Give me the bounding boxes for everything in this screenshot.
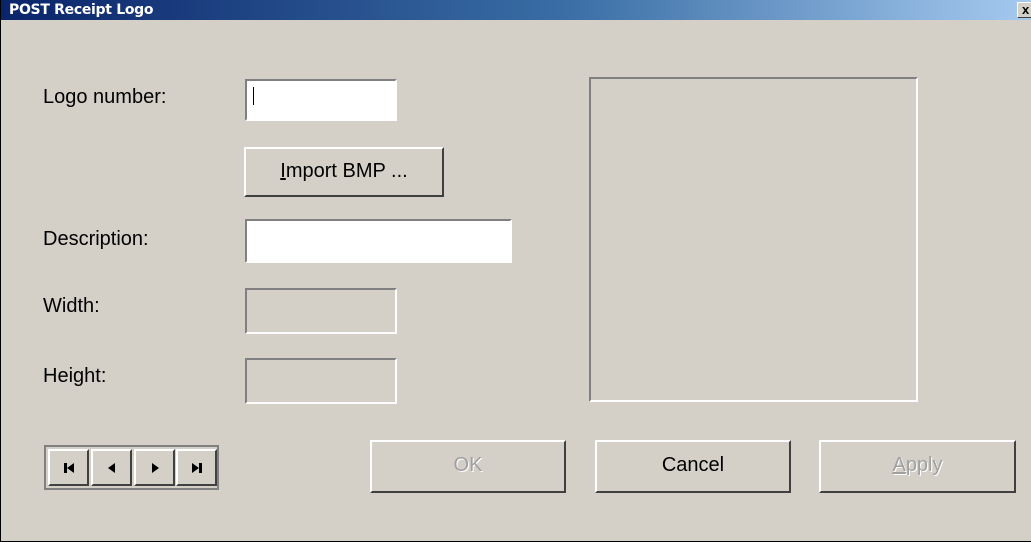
close-icon: x: [1022, 2, 1030, 17]
cancel-button[interactable]: Cancel: [595, 440, 791, 493]
next-record-button[interactable]: [134, 449, 175, 486]
logo-preview-pane: [589, 77, 918, 402]
next-record-icon: [151, 462, 159, 473]
logo-number-field[interactable]: [245, 79, 397, 121]
height-label: Height:: [43, 365, 107, 387]
logo-number-label: Logo number:: [43, 86, 167, 108]
close-button[interactable]: x: [1017, 2, 1031, 18]
description-label: Description:: [43, 228, 149, 250]
first-record-button[interactable]: [48, 449, 89, 486]
width-label: Width:: [43, 295, 100, 317]
apply-button[interactable]: Apply: [819, 440, 1016, 493]
ok-button[interactable]: OK: [370, 440, 566, 493]
apply-label: Apply: [892, 454, 943, 476]
ok-label: OK: [453, 454, 483, 476]
width-field: [245, 288, 397, 334]
previous-record-button[interactable]: [91, 449, 132, 486]
last-record-icon: [191, 462, 202, 473]
last-record-button[interactable]: [176, 449, 217, 486]
description-field[interactable]: [245, 219, 512, 263]
title-bar[interactable]: POST Receipt Logo x: [1, 0, 1031, 20]
height-field: [245, 358, 397, 404]
cancel-label: Cancel: [661, 454, 725, 476]
previous-record-icon: [107, 462, 115, 473]
import-bmp-label: Import BMP ...: [280, 160, 408, 182]
record-navigator: [44, 445, 219, 490]
window-title: POST Receipt Logo: [9, 2, 154, 18]
text-caret: [253, 87, 254, 105]
dialog-window: POST Receipt Logo x Logo number: Import …: [0, 0, 1031, 542]
import-bmp-button[interactable]: Import BMP ...: [244, 147, 444, 197]
first-record-icon: [63, 462, 74, 473]
